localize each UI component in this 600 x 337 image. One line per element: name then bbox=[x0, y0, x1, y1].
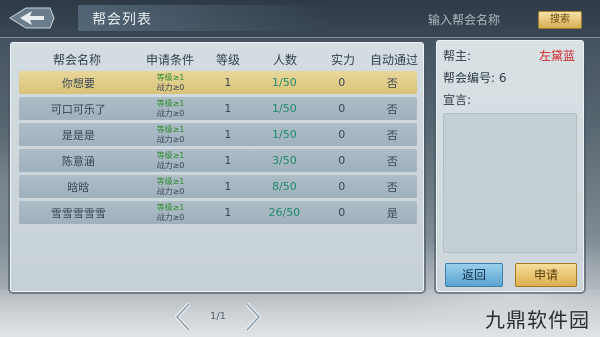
search-button[interactable]: 搜索 bbox=[538, 11, 582, 29]
table-row[interactable]: 雪雪雪雪雪 等级≥1 战力≥0 1 26/50 0 是 bbox=[19, 201, 417, 224]
guild-level: 1 bbox=[224, 102, 232, 115]
apply-condition: 等级≥1 战力≥0 bbox=[138, 125, 203, 145]
column-header-level: 等级 bbox=[215, 52, 240, 67]
guild-power: 0 bbox=[338, 154, 346, 167]
guild-members: 8/50 bbox=[271, 180, 297, 193]
table-row[interactable]: 晗晗 等级≥1 战力≥0 1 8/50 0 否 bbox=[19, 175, 417, 198]
leader-label: 帮主: bbox=[443, 49, 472, 63]
guild-members: 3/50 bbox=[271, 154, 297, 167]
condition-power: 战力≥0 bbox=[156, 82, 185, 92]
guild-level: 1 bbox=[224, 76, 232, 89]
condition-level: 等级≥1 bbox=[156, 176, 185, 186]
guild-name: 晗晗 bbox=[67, 180, 90, 194]
guild-auto-approve: 否 bbox=[386, 128, 398, 142]
guild-power: 0 bbox=[338, 206, 346, 219]
back-arrow-icon bbox=[9, 7, 55, 29]
guild-auto-approve: 否 bbox=[386, 102, 398, 116]
condition-level: 等级≥1 bbox=[156, 72, 185, 82]
column-header-condition: 申请条件 bbox=[145, 52, 194, 67]
chevron-left-icon bbox=[175, 302, 191, 332]
guild-level: 1 bbox=[224, 180, 232, 193]
condition-power: 战力≥0 bbox=[156, 160, 185, 170]
page-indicator: 1/1 bbox=[209, 311, 227, 322]
top-bar: 帮会列表 搜索 bbox=[0, 0, 600, 38]
table-row[interactable]: 陈意涵 等级≥1 战力≥0 1 3/50 0 否 bbox=[19, 149, 417, 172]
watermark-text: 九鼎软件园 bbox=[485, 308, 590, 332]
apply-condition: 等级≥1 战力≥0 bbox=[138, 99, 203, 119]
condition-power: 战力≥0 bbox=[156, 108, 185, 118]
table-row[interactable]: 是是是 等级≥1 战力≥0 1 1/50 0 否 bbox=[19, 123, 417, 146]
guild-power: 0 bbox=[338, 128, 346, 141]
prev-page-button[interactable] bbox=[172, 302, 194, 332]
apply-condition: 等级≥1 战力≥0 bbox=[138, 73, 203, 93]
back-button[interactable] bbox=[6, 4, 58, 32]
guild-name: 可口可乐了 bbox=[50, 102, 106, 116]
guild-auto-approve: 否 bbox=[386, 154, 398, 168]
column-header-name: 帮会名称 bbox=[52, 52, 101, 67]
chevron-right-icon bbox=[245, 302, 261, 332]
column-header-power: 实力 bbox=[330, 52, 355, 67]
guild-power: 0 bbox=[338, 180, 346, 193]
leader-name: 左黛蓝 bbox=[538, 49, 575, 63]
table-header: 帮会名称 申请条件 等级 人数 实力 自动通过 bbox=[17, 49, 419, 69]
table-row[interactable]: 可口可乐了 等级≥1 战力≥0 1 1/50 0 否 bbox=[19, 97, 417, 120]
title-banner: 帮会列表 bbox=[78, 5, 328, 31]
guild-name: 你想要 bbox=[61, 76, 95, 90]
guild-members: 1/50 bbox=[271, 102, 297, 115]
guild-search-input[interactable] bbox=[428, 10, 528, 30]
return-button[interactable]: 返回 bbox=[445, 263, 503, 287]
guild-auto-approve: 否 bbox=[386, 76, 398, 90]
guild-name: 陈意涵 bbox=[61, 154, 95, 168]
condition-power: 战力≥0 bbox=[156, 186, 185, 196]
guild-name: 是是是 bbox=[61, 128, 95, 142]
guild-level: 1 bbox=[224, 206, 232, 219]
guild-power: 0 bbox=[338, 102, 346, 115]
guild-rows: 你想要 等级≥1 战力≥0 1 1/50 0 否 可口可乐了 等级≥1 战力≥0… bbox=[19, 71, 417, 227]
declaration-label: 宣言: bbox=[443, 93, 472, 107]
condition-level: 等级≥1 bbox=[156, 202, 185, 212]
next-page-button[interactable] bbox=[242, 302, 264, 332]
guild-members: 1/50 bbox=[271, 76, 297, 89]
guild-power: 0 bbox=[338, 76, 346, 89]
apply-button[interactable]: 申请 bbox=[515, 263, 577, 287]
guild-detail-panel: 帮主: 左黛蓝 帮会编号: 6 宣言: 返回 申请 bbox=[436, 40, 584, 292]
guild-level: 1 bbox=[224, 154, 232, 167]
apply-condition: 等级≥1 战力≥0 bbox=[138, 151, 203, 171]
table-row[interactable]: 你想要 等级≥1 战力≥0 1 1/50 0 否 bbox=[19, 71, 417, 94]
guild-auto-approve: 是 bbox=[386, 206, 398, 220]
column-header-auto-approve: 自动通过 bbox=[369, 52, 418, 67]
column-header-members: 人数 bbox=[272, 52, 297, 67]
condition-level: 等级≥1 bbox=[156, 150, 185, 160]
guild-members: 26/50 bbox=[268, 206, 301, 219]
guild-members: 1/50 bbox=[271, 128, 297, 141]
condition-level: 等级≥1 bbox=[156, 124, 185, 134]
guild-list-panel: 帮会名称 申请条件 等级 人数 实力 自动通过 你想要 等级≥1 战力≥0 1 … bbox=[10, 42, 424, 292]
guild-level: 1 bbox=[224, 128, 232, 141]
condition-power: 战力≥0 bbox=[156, 134, 185, 144]
guild-auto-approve: 否 bbox=[386, 180, 398, 194]
guild-name: 雪雪雪雪雪 bbox=[50, 206, 106, 220]
declaration-box bbox=[443, 113, 577, 253]
condition-level: 等级≥1 bbox=[156, 98, 185, 108]
page-title: 帮会列表 bbox=[92, 12, 152, 28]
apply-condition: 等级≥1 战力≥0 bbox=[138, 177, 203, 197]
condition-power: 战力≥0 bbox=[156, 212, 185, 222]
apply-condition: 等级≥1 战力≥0 bbox=[138, 203, 203, 223]
guild-id: 帮会编号: 6 bbox=[443, 71, 507, 85]
